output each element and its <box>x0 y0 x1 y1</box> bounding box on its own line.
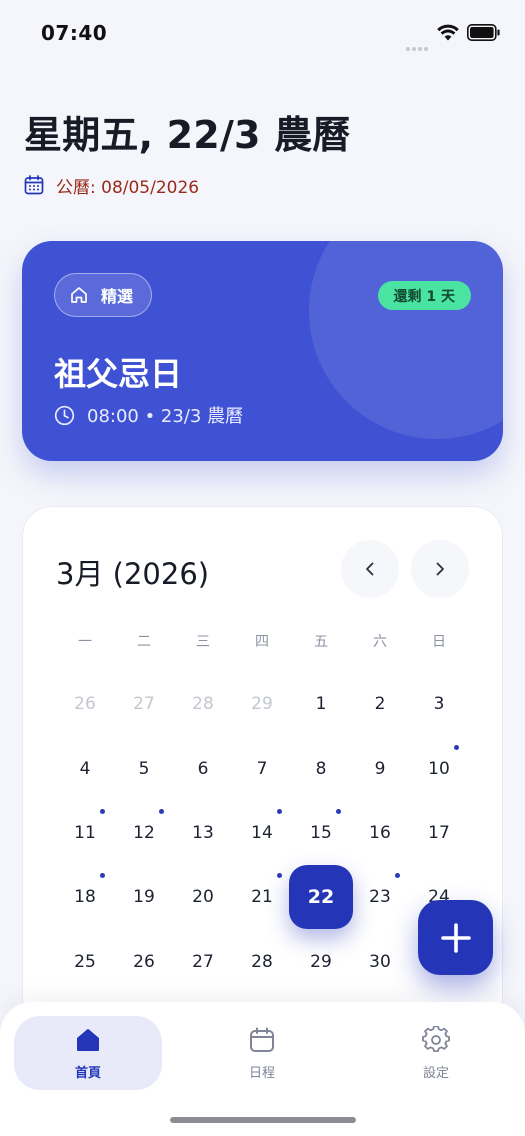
event-marker-dot <box>277 809 282 814</box>
calendar-day[interactable]: 3 <box>415 684 463 724</box>
calendar-day[interactable]: 19 <box>120 877 168 917</box>
calendar-day[interactable]: 28 <box>238 942 286 982</box>
calendar-day[interactable]: 16 <box>356 813 404 853</box>
calendar-day[interactable]: 2 <box>356 684 404 724</box>
weekday-label: 六 <box>373 634 387 650</box>
nav-label-schedule: 日程 <box>248 1066 275 1081</box>
battery-icon <box>467 24 500 41</box>
calendar-icon <box>24 175 44 195</box>
weekday-label: 一 <box>78 634 92 650</box>
signal-dots-icon <box>406 36 430 51</box>
calendar-day[interactable]: 26 <box>61 684 109 724</box>
event-marker-dot <box>159 809 164 814</box>
nav-label-settings: 設定 <box>422 1066 449 1081</box>
calendar-day[interactable]: 27 <box>120 684 168 724</box>
previous-month-button[interactable] <box>341 540 399 598</box>
add-event-button[interactable] <box>418 900 493 975</box>
calendar-day[interactable]: 30 <box>356 942 404 982</box>
calendar-day[interactable]: 26 <box>120 942 168 982</box>
event-meta: 08:00 • 23/3 農曆 <box>54 403 243 427</box>
calendar-day[interactable]: 20 <box>179 877 227 917</box>
next-month-button[interactable] <box>411 540 469 598</box>
calendar-day[interactable]: 18 <box>61 877 109 917</box>
calendar-day[interactable]: 17 <box>415 813 463 853</box>
nav-item-settings[interactable]: 設定 <box>362 1016 510 1090</box>
calendar-day[interactable]: 25 <box>61 942 109 982</box>
event-marker-dot <box>277 873 282 878</box>
calendar-day[interactable]: 5 <box>120 749 168 789</box>
calendar-day[interactable]: 29 <box>297 942 345 982</box>
calendar-day[interactable]: 1 <box>297 684 345 724</box>
calendar-day[interactable]: 23 <box>356 877 404 917</box>
calendar-day[interactable]: 11 <box>61 813 109 853</box>
gear-icon <box>422 1026 450 1052</box>
calendar-day[interactable]: 12 <box>120 813 168 853</box>
calendar-day[interactable]: 15 <box>297 813 345 853</box>
plus-icon <box>440 922 471 953</box>
nav-item-schedule[interactable]: 日程 <box>188 1016 336 1090</box>
weekday-label: 五 <box>314 634 328 650</box>
solar-date: 公曆: 08/05/2026 <box>56 177 200 198</box>
countdown-badge: 還剩 1 天 <box>377 281 471 310</box>
weekday-label: 二 <box>137 634 151 650</box>
home-icon <box>71 287 87 303</box>
event-marker-dot <box>395 873 400 878</box>
event-marker-dot <box>100 809 105 814</box>
featured-tag-label: 精選 <box>101 287 134 306</box>
calendar-card: 3月 (2026) 一二三四五六日 26 27 28 29 1 2 3 4 5 6 7 8 9 10 11 1… <box>22 506 503 1066</box>
card-decoration <box>309 241 503 439</box>
event-marker-dot <box>100 873 105 878</box>
event-marker-dot <box>336 809 341 814</box>
featured-tag: 精選 <box>54 273 153 317</box>
wifi-icon <box>437 24 459 41</box>
weekday-label: 四 <box>255 634 269 650</box>
home-indicator <box>170 1117 356 1123</box>
calendar-day[interactable]: 9 <box>356 749 404 789</box>
calendar-day[interactable]: 29 <box>238 684 286 724</box>
chevron-right-icon <box>436 562 444 576</box>
bottom-nav: 首頁 日程 設定 <box>0 1002 525 1136</box>
event-time: 08:00 • 23/3 農曆 <box>87 406 244 427</box>
status-time: 07:40 <box>41 21 108 45</box>
weekday-label: 日 <box>432 634 446 650</box>
event-marker-dot <box>454 745 459 750</box>
calendar-icon <box>250 1027 274 1052</box>
home-icon <box>77 1029 99 1051</box>
page-title: 星期五, 22/3 農曆 <box>24 113 351 157</box>
featured-event-card[interactable]: 精選 還剩 1 天 祖父忌日 08:00 • 23/3 農曆 <box>22 241 503 461</box>
calendar-day[interactable]: 8 <box>297 749 345 789</box>
calendar-day-selected[interactable]: 22 <box>289 865 353 929</box>
calendar-day[interactable]: 4 <box>61 749 109 789</box>
month-label: 3月 (2026) <box>56 557 210 591</box>
solar-date-row: 公曆: 08/05/2026 <box>24 172 199 198</box>
weekday-row: 一二三四五六日 <box>23 631 504 651</box>
status-bar: 07:40 <box>0 0 525 64</box>
calendar-day[interactable]: 14 <box>238 813 286 853</box>
calendar-day[interactable]: 28 <box>179 684 227 724</box>
calendar-day[interactable]: 21 <box>238 877 286 917</box>
chevron-left-icon <box>366 562 374 576</box>
calendar-day[interactable]: 13 <box>179 813 227 853</box>
weekday-label: 三 <box>196 634 210 650</box>
nav-item-home[interactable]: 首頁 <box>14 1016 162 1090</box>
calendar-day[interactable]: 7 <box>238 749 286 789</box>
calendar-day[interactable]: 10 <box>415 749 463 789</box>
clock-icon <box>54 405 75 425</box>
event-title: 祖父忌日 <box>54 355 183 393</box>
nav-label-home: 首頁 <box>74 1066 101 1081</box>
calendar-day[interactable]: 6 <box>179 749 227 789</box>
calendar-day[interactable]: 27 <box>179 942 227 982</box>
